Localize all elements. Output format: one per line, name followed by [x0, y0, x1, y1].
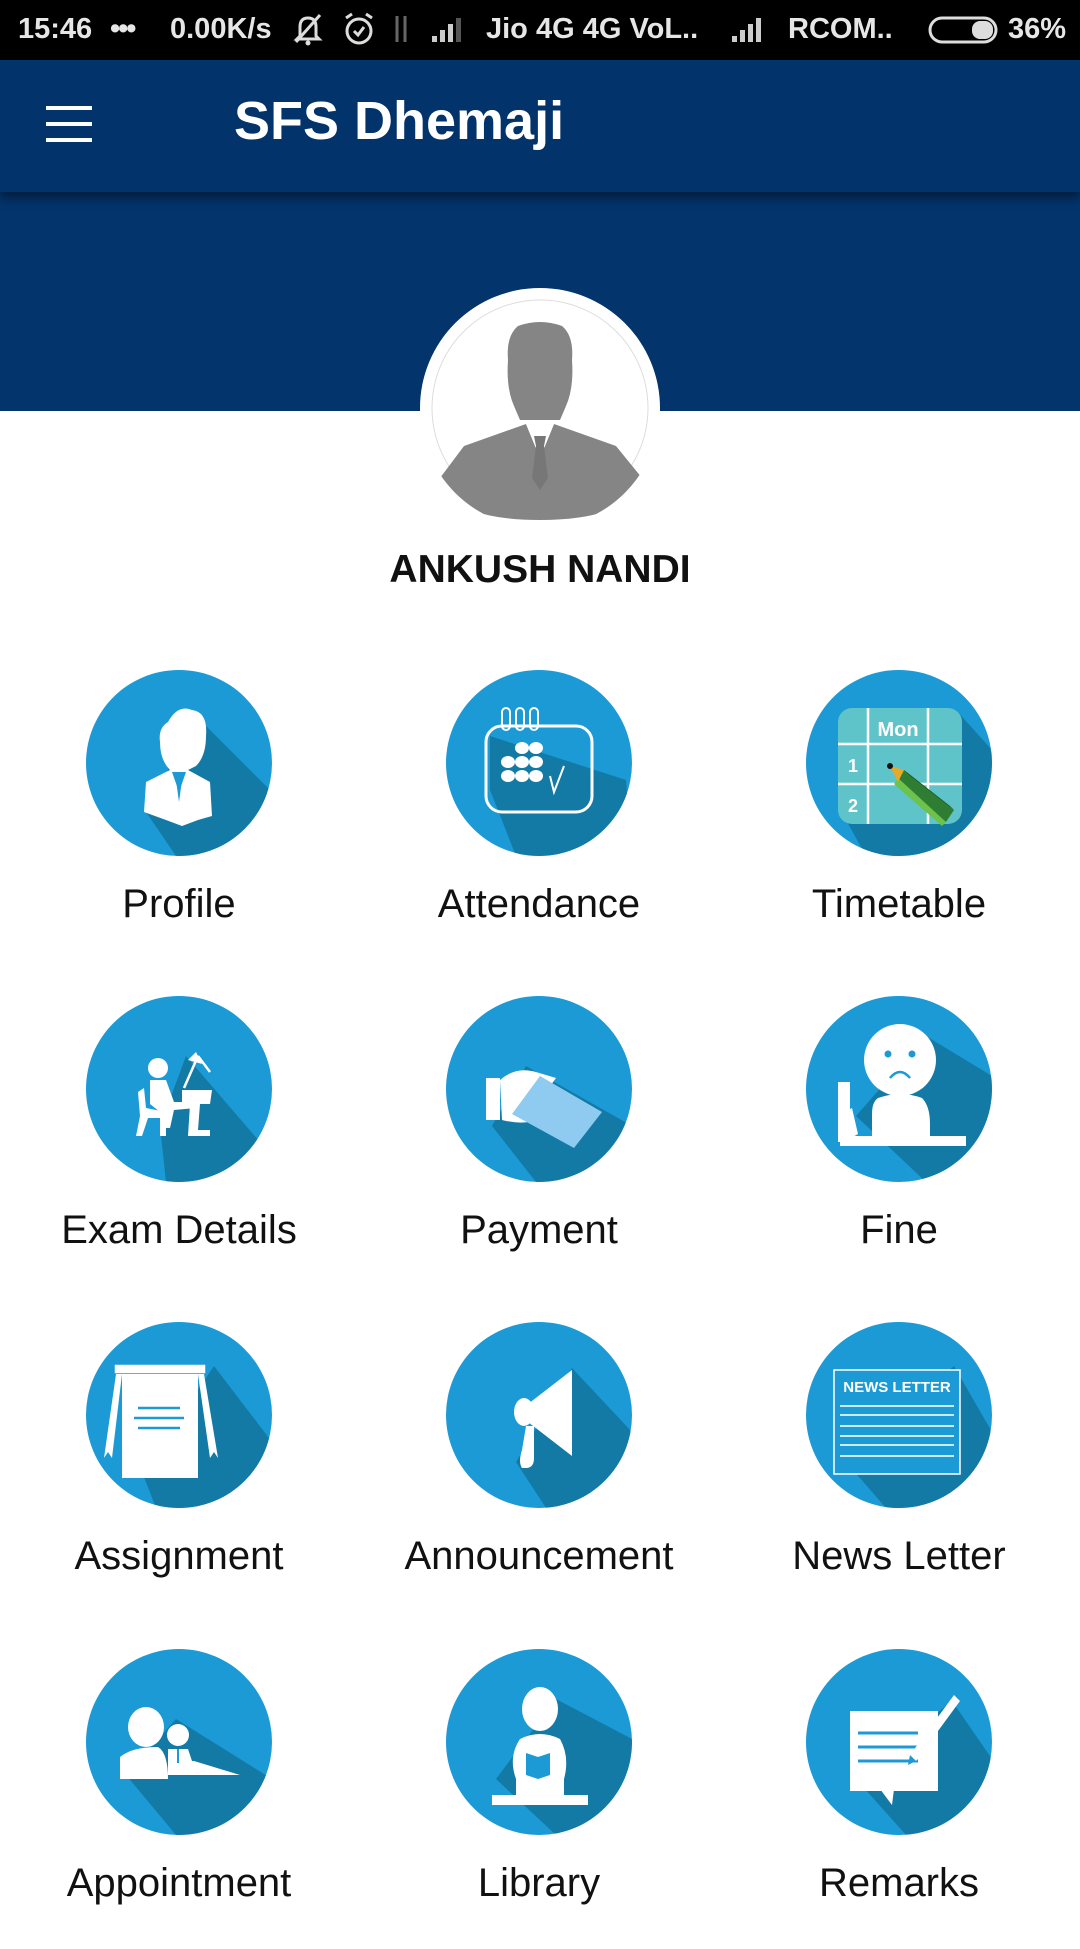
menu-item-label: Payment [460, 1208, 618, 1252]
menu-item-announcement[interactable]: Announcement [389, 1322, 689, 1622]
student-name: ANKUSH NANDI [389, 548, 691, 591]
menu-item-label: Profile [122, 882, 236, 926]
remarks-note-icon [806, 1649, 992, 1835]
user-silhouette-icon [431, 299, 649, 520]
library-reader-icon [446, 1649, 632, 1835]
menu-item-label: Timetable [811, 882, 987, 926]
menu-item-label: Fine [860, 1208, 938, 1252]
app-title: SFS Dhemaji [234, 91, 565, 151]
megaphone-icon [446, 1322, 632, 1508]
battery-icon [928, 16, 1000, 52]
menu-item-profile[interactable]: Profile [29, 670, 329, 970]
menu-item-label: Assignment [74, 1534, 284, 1578]
hamburger-menu-icon[interactable] [46, 106, 94, 146]
avatar[interactable] [420, 288, 660, 528]
menu-item-attendance[interactable]: Attendance [389, 670, 689, 970]
svg-text:NEWS LETTER: NEWS LETTER [843, 1379, 951, 1396]
menu-item-label: Exam Details [61, 1208, 297, 1252]
menu-item-appointment[interactable]: Appointment [29, 1649, 329, 1949]
payment-hand-card-icon [446, 996, 632, 1182]
menu-item-label: Library [477, 1861, 601, 1905]
menu-item-news-letter[interactable]: NEWS LETTER News Letter [749, 1322, 1049, 1622]
menu-item-label: Appointment [66, 1861, 292, 1905]
menu-item-remarks[interactable]: Remarks [749, 1649, 1049, 1949]
newsletter-icon: NEWS LETTER [806, 1322, 992, 1508]
app-bar: SFS Dhemaji [0, 60, 1080, 192]
menu-item-assignment[interactable]: Assignment [29, 1322, 329, 1622]
status-time: 15:46 [18, 13, 93, 45]
signal-strength-icon [430, 14, 466, 52]
exam-student-desk-icon [86, 996, 272, 1182]
svg-text:Mon: Mon [877, 719, 918, 741]
assignment-notepad-icon [86, 1322, 272, 1508]
alarm-clock-icon [342, 12, 376, 54]
menu-item-payment[interactable]: Payment [389, 996, 689, 1296]
status-net-speed: 0.00K/s [170, 13, 272, 45]
timetable-icon: Mon 1 2 [806, 670, 992, 856]
menu-item-label: News Letter [792, 1534, 1006, 1578]
status-more-notifications: ••• [110, 13, 137, 45]
menu-item-library[interactable]: Library [389, 1649, 689, 1949]
menu-item-label: Attendance [437, 882, 641, 926]
menu-item-fine[interactable]: Fine [749, 996, 1049, 1296]
status-bar: 15:46 ••• 0.00K/s Jio 4G 4G VoL.. RCOM..… [0, 0, 1080, 60]
carrier-2: RCOM.. [788, 13, 893, 45]
fine-sad-face-icon [806, 996, 992, 1182]
attendance-calendar-icon [446, 670, 632, 856]
data-transfer-icon [390, 14, 412, 52]
menu-item-label: Announcement [404, 1534, 674, 1578]
profile-icon [86, 670, 272, 856]
svg-text:2: 2 [848, 796, 858, 816]
menu-item-timetable[interactable]: Mon 1 2 Timetable [749, 670, 1049, 970]
signal-strength-icon-2 [730, 14, 770, 52]
menu-item-label: Remarks [818, 1861, 980, 1905]
menu-item-exam-details[interactable]: Exam Details [29, 996, 329, 1296]
mute-bell-icon [290, 12, 326, 54]
carrier-1: Jio 4G 4G VoL.. [486, 13, 699, 45]
appointment-people-icon [86, 1649, 272, 1835]
battery-percent: 36% [1008, 13, 1067, 45]
svg-text:1: 1 [848, 756, 858, 776]
